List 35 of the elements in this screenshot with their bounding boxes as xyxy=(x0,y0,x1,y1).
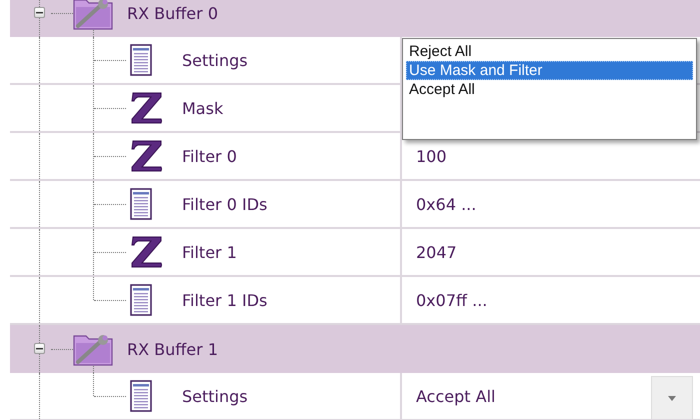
collapse-toggle[interactable] xyxy=(34,343,45,354)
document-icon xyxy=(130,188,152,220)
property-row[interactable]: Filter 0 IDs 0x64 ... xyxy=(10,181,700,229)
property-row[interactable]: Settings Accept All xyxy=(10,373,700,420)
property-label: Settings xyxy=(182,386,248,406)
z-shape-icon xyxy=(130,140,164,172)
property-value: 0x07ff ... xyxy=(416,290,488,310)
group-row[interactable]: RX Buffer 0 xyxy=(10,0,700,37)
minus-icon xyxy=(36,345,43,352)
property-value: 100 xyxy=(416,146,447,166)
document-icon xyxy=(130,380,152,412)
z-shape-icon xyxy=(130,92,164,124)
dropdown-option[interactable]: Use Mask and Filter xyxy=(406,61,693,80)
property-label: Filter 0 IDs xyxy=(182,194,268,214)
collapse-toggle[interactable] xyxy=(34,7,45,18)
property-label: Filter 1 xyxy=(182,242,237,262)
z-shape-icon xyxy=(130,236,164,268)
group-label: RX Buffer 1 xyxy=(127,340,218,358)
property-label: Filter 1 IDs xyxy=(182,290,268,310)
group-row[interactable]: RX Buffer 1 xyxy=(10,325,700,373)
document-icon xyxy=(130,284,152,316)
property-value: Accept All xyxy=(416,386,496,406)
caret-icon xyxy=(668,396,676,400)
minus-icon xyxy=(36,9,43,16)
dropdown-option[interactable]: Reject All xyxy=(406,42,693,61)
property-label: Mask xyxy=(182,98,224,118)
property-row[interactable]: Filter 1 2047 xyxy=(10,229,700,277)
property-label: Settings xyxy=(182,50,248,70)
folder-wrench-icon xyxy=(72,332,114,366)
folder-wrench-icon xyxy=(72,0,114,30)
property-value: 2047 xyxy=(416,242,457,262)
property-value: 0x64 ... xyxy=(416,194,476,214)
document-icon xyxy=(130,44,152,76)
property-label: Filter 0 xyxy=(182,146,237,166)
group-label: RX Buffer 0 xyxy=(127,4,218,22)
